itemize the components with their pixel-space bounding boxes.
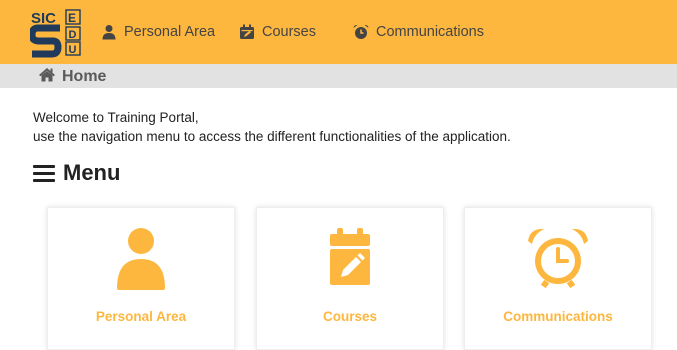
card-courses[interactable]: Courses xyxy=(256,207,444,350)
sicesdu-logo[interactable]: SIC E D U xyxy=(28,8,84,58)
nav-item-label: Communications xyxy=(376,24,484,40)
svg-text:U: U xyxy=(69,44,77,56)
card-label: Personal Area xyxy=(95,309,187,324)
home-icon xyxy=(38,67,56,87)
svg-text:SIC: SIC xyxy=(31,10,56,27)
top-navbar: SIC E D U Personal Area Courses Communic… xyxy=(0,0,677,64)
svg-text:E: E xyxy=(68,11,76,25)
svg-text:D: D xyxy=(69,29,77,41)
welcome-text: Welcome to Training Portal, use the navi… xyxy=(33,108,653,146)
welcome-line-1: Welcome to Training Portal, xyxy=(33,110,199,125)
menu-heading: Menu xyxy=(33,160,120,186)
breadcrumb-home[interactable]: Home xyxy=(38,67,106,87)
card-label: Courses xyxy=(322,309,378,324)
welcome-line-2: use the navigation menu to access the di… xyxy=(33,129,511,144)
calendar-edit-icon xyxy=(318,226,382,290)
user-icon xyxy=(109,226,173,290)
menu-title: Menu xyxy=(63,160,121,185)
breadcrumb-home-label: Home xyxy=(62,68,107,85)
nav-item-courses[interactable]: Courses xyxy=(239,22,316,42)
card-communications[interactable]: Communications xyxy=(464,207,652,350)
nav-item-communications[interactable]: Communications xyxy=(353,22,484,42)
nav-item-personal-area[interactable]: Personal Area xyxy=(101,22,215,42)
alarm-clock-icon xyxy=(353,24,369,40)
card-label: Communications xyxy=(503,309,613,324)
nav-item-label: Personal Area xyxy=(124,24,216,40)
user-icon xyxy=(101,24,117,40)
nav-item-label: Courses xyxy=(262,24,316,40)
alarm-clock-icon xyxy=(526,226,590,290)
hamburger-icon xyxy=(33,164,55,182)
card-personal-area[interactable]: Personal Area xyxy=(47,207,235,350)
calendar-icon xyxy=(239,24,255,40)
breadcrumb: Home xyxy=(0,64,677,88)
